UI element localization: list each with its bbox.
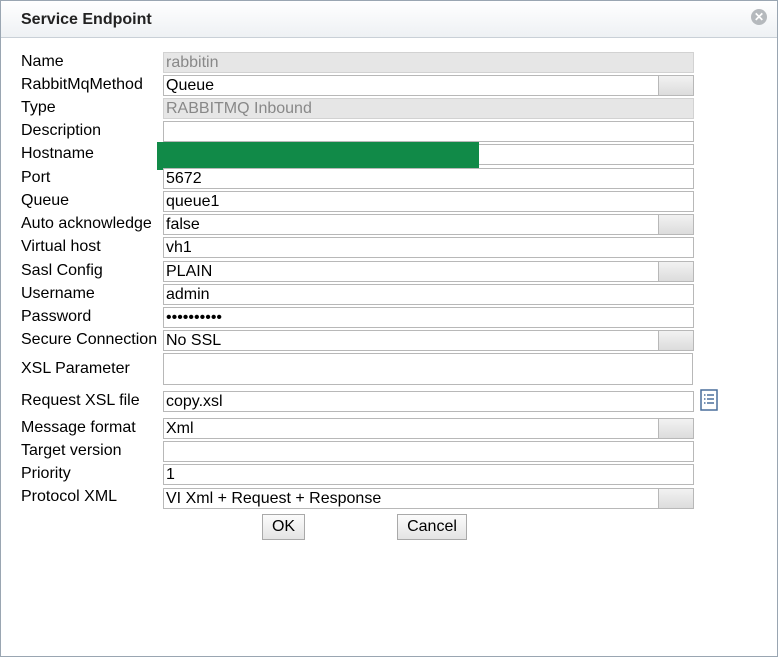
auto-acknowledge-label: Auto acknowledge	[21, 215, 152, 232]
close-icon[interactable]: ✕	[751, 9, 767, 25]
request-xsl-label: Request XSL file	[21, 392, 140, 409]
hostname-label: Hostname	[21, 145, 94, 162]
request-xsl-input[interactable]: copy.xsl	[163, 391, 694, 412]
secure-connection-label: Secure Connection	[21, 331, 158, 348]
name-label: Name	[21, 53, 64, 70]
protocol-xml-value: VI Xml + Request + Response	[166, 490, 382, 507]
virtual-host-input[interactable]: vh1	[163, 237, 694, 258]
auto-acknowledge-select[interactable]: false	[163, 214, 694, 235]
priority-input[interactable]: 1	[163, 464, 694, 485]
cancel-button[interactable]: Cancel	[397, 514, 467, 540]
message-format-value: Xml	[166, 420, 194, 437]
dialog-titlebar: Service Endpoint ✕	[1, 1, 777, 38]
target-version-input[interactable]	[163, 441, 694, 462]
port-label: Port	[21, 169, 51, 186]
rabbitmq-method-select[interactable]: Queue	[163, 75, 694, 96]
priority-label: Priority	[21, 465, 71, 482]
sasl-config-value: PLAIN	[166, 263, 213, 280]
type-field: RABBITMQ Inbound	[163, 98, 694, 119]
sasl-config-select[interactable]: PLAIN	[163, 261, 694, 282]
message-format-dropdown-button[interactable]	[658, 419, 693, 438]
sasl-config-label: Sasl Config	[21, 262, 103, 279]
protocol-xml-select[interactable]: VI Xml + Request + Response	[163, 488, 694, 509]
password-label: Password	[21, 308, 92, 325]
description-input[interactable]	[163, 121, 694, 142]
queue-label: Queue	[21, 192, 70, 209]
description-label: Description	[21, 122, 102, 139]
rabbitmq-method-value: Queue	[166, 77, 215, 94]
secure-connection-dropdown-button[interactable]	[658, 331, 693, 350]
auto-acknowledge-value: false	[166, 216, 200, 233]
message-format-label: Message format	[21, 419, 136, 436]
username-label: Username	[21, 285, 95, 302]
rabbitmq-method-label: RabbitMqMethod	[21, 76, 143, 93]
rabbitmq-method-dropdown-button[interactable]	[658, 76, 693, 95]
list-document-icon[interactable]	[700, 389, 718, 411]
username-input[interactable]: admin	[163, 284, 694, 305]
secure-connection-select[interactable]: No SSL	[163, 330, 694, 351]
type-label: Type	[21, 99, 56, 116]
password-input[interactable]: ••••••••••	[163, 307, 694, 328]
port-input[interactable]: 5672	[163, 168, 694, 189]
protocol-xml-label: Protocol XML	[21, 488, 118, 505]
protocol-xml-dropdown-button[interactable]	[658, 489, 693, 508]
virtual-host-label: Virtual host	[21, 238, 101, 255]
auto-acknowledge-dropdown-button[interactable]	[658, 215, 693, 234]
dialog-title: Service Endpoint	[21, 11, 152, 28]
xsl-parameter-textarea[interactable]	[163, 353, 693, 385]
target-version-label: Target version	[21, 442, 122, 459]
name-field: rabbitin	[163, 52, 694, 73]
sasl-config-dropdown-button[interactable]	[658, 262, 693, 281]
secure-connection-value: No SSL	[166, 332, 222, 349]
redaction-block	[157, 142, 479, 170]
message-format-select[interactable]: Xml	[163, 418, 694, 439]
queue-input[interactable]: queue1	[163, 191, 694, 212]
xsl-parameter-label: XSL Parameter	[21, 360, 130, 377]
ok-button[interactable]: OK	[262, 514, 305, 540]
